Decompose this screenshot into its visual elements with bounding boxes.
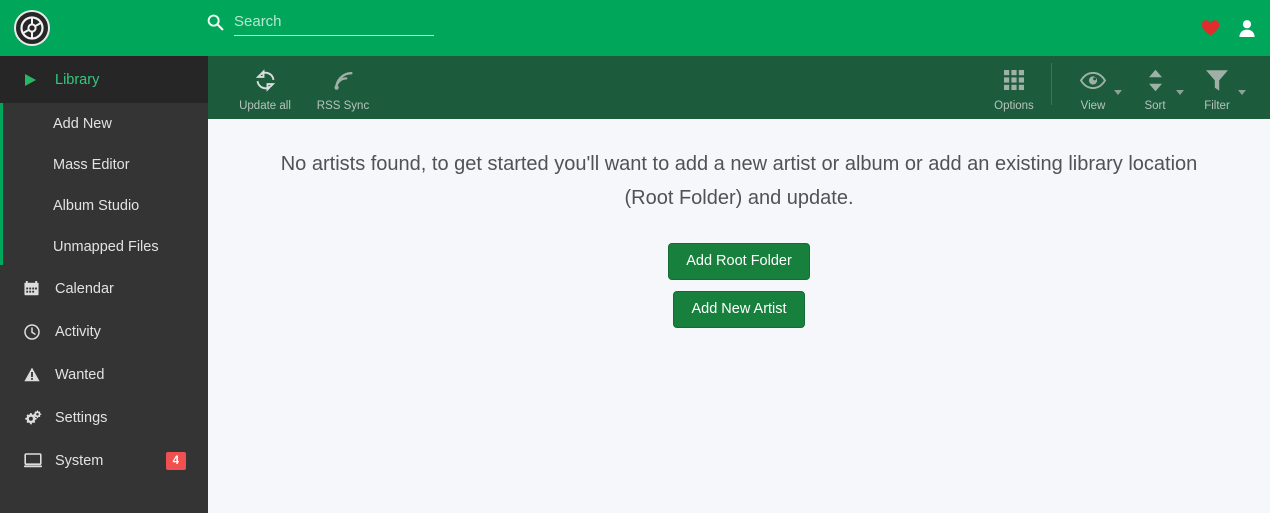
sort-arrows-icon — [1148, 67, 1163, 93]
sidebar-subitem-label: Add New — [53, 115, 112, 132]
sidebar-item-label: Wanted — [55, 366, 105, 383]
chevron-down-icon[interactable] — [1176, 90, 1184, 95]
sidebar-item-activity[interactable]: Activity — [0, 310, 208, 353]
logo-container — [0, 0, 208, 56]
rss-icon — [332, 67, 354, 93]
heart-icon[interactable] — [1201, 19, 1220, 37]
empty-state-message: No artists found, to get started you'll … — [280, 153, 1198, 209]
sidebar-item-system[interactable]: System 4 — [0, 439, 208, 482]
sidebar-item-wanted[interactable]: Wanted — [0, 353, 208, 396]
toolbar-divider — [1051, 63, 1052, 105]
options-label: Options — [994, 100, 1034, 112]
add-new-artist-button[interactable]: Add New Artist — [673, 291, 805, 328]
sidebar-group-library: Library Add New Mass Editor Album Studio… — [0, 56, 208, 267]
update-all-label: Update all — [239, 100, 291, 112]
header-actions — [1201, 0, 1256, 56]
search-input[interactable] — [234, 13, 434, 30]
user-icon[interactable] — [1238, 19, 1256, 38]
sidebar-subitem-label: Mass Editor — [53, 156, 130, 173]
sidebar-item-label: Activity — [55, 323, 101, 340]
sidebar-item-settings[interactable]: Settings — [0, 396, 208, 439]
sidebar-subitem-label: Unmapped Files — [53, 238, 159, 255]
play-icon — [24, 73, 44, 87]
search-icon — [206, 13, 224, 31]
status-badge: 4 — [165, 451, 186, 470]
view-button[interactable]: View — [1062, 63, 1124, 112]
lidarr-app: Library Add New Mass Editor Album Studio… — [0, 0, 1270, 513]
eye-icon — [1080, 67, 1106, 93]
sidebar-item-add-new[interactable]: Add New — [0, 103, 208, 144]
monitor-icon — [24, 453, 44, 468]
gears-icon — [24, 409, 44, 426]
filter-button[interactable]: Filter — [1186, 63, 1248, 112]
update-all-button[interactable]: Update all — [234, 63, 296, 112]
sidebar-item-label: Calendar — [55, 280, 114, 297]
sort-button[interactable]: Sort — [1124, 63, 1186, 112]
sidebar-item-label: Settings — [55, 409, 108, 426]
sort-label: Sort — [1144, 100, 1166, 112]
clock-icon — [24, 323, 44, 340]
refresh-icon — [254, 67, 277, 93]
toolbar-left-group: Update all RSS Sync — [208, 63, 374, 112]
sidebar-item-calendar[interactable]: Calendar — [0, 267, 208, 310]
filter-label: Filter — [1204, 100, 1230, 112]
lidarr-logo-icon[interactable] — [14, 10, 50, 46]
search-container — [206, 13, 434, 36]
sidebar: Library Add New Mass Editor Album Studio… — [0, 56, 208, 513]
sidebar-item-mass-editor[interactable]: Mass Editor — [0, 144, 208, 185]
add-root-folder-button[interactable]: Add Root Folder — [668, 243, 810, 280]
sidebar-item-library[interactable]: Library — [0, 56, 208, 103]
options-button[interactable]: Options — [983, 63, 1045, 112]
sidebar-item-label: System — [55, 452, 104, 469]
warning-triangle-icon — [24, 367, 44, 382]
search-box — [234, 13, 434, 36]
rss-sync-button[interactable]: RSS Sync — [312, 63, 374, 112]
chevron-down-icon[interactable] — [1238, 90, 1246, 95]
main-content: No artists found, to get started you'll … — [208, 119, 1270, 513]
sidebar-item-unmapped-files[interactable]: Unmapped Files — [0, 226, 208, 267]
funnel-icon — [1205, 67, 1229, 93]
page-toolbar: Update all RSS Sync Options View Sort Fi… — [208, 56, 1270, 119]
grid-icon — [1003, 67, 1025, 93]
empty-state-actions: Add Root Folder Add New Artist — [208, 243, 1270, 328]
sidebar-subitem-label: Album Studio — [53, 197, 140, 214]
chevron-down-icon[interactable] — [1114, 90, 1122, 95]
calendar-icon — [24, 281, 44, 296]
app-header — [0, 0, 1270, 56]
toolbar-right-group: Options View Sort Filter — [983, 63, 1270, 112]
sidebar-item-label: Library — [55, 71, 100, 88]
rss-sync-label: RSS Sync — [316, 100, 370, 112]
view-label: View — [1080, 100, 1106, 112]
sidebar-item-album-studio[interactable]: Album Studio — [0, 185, 208, 226]
